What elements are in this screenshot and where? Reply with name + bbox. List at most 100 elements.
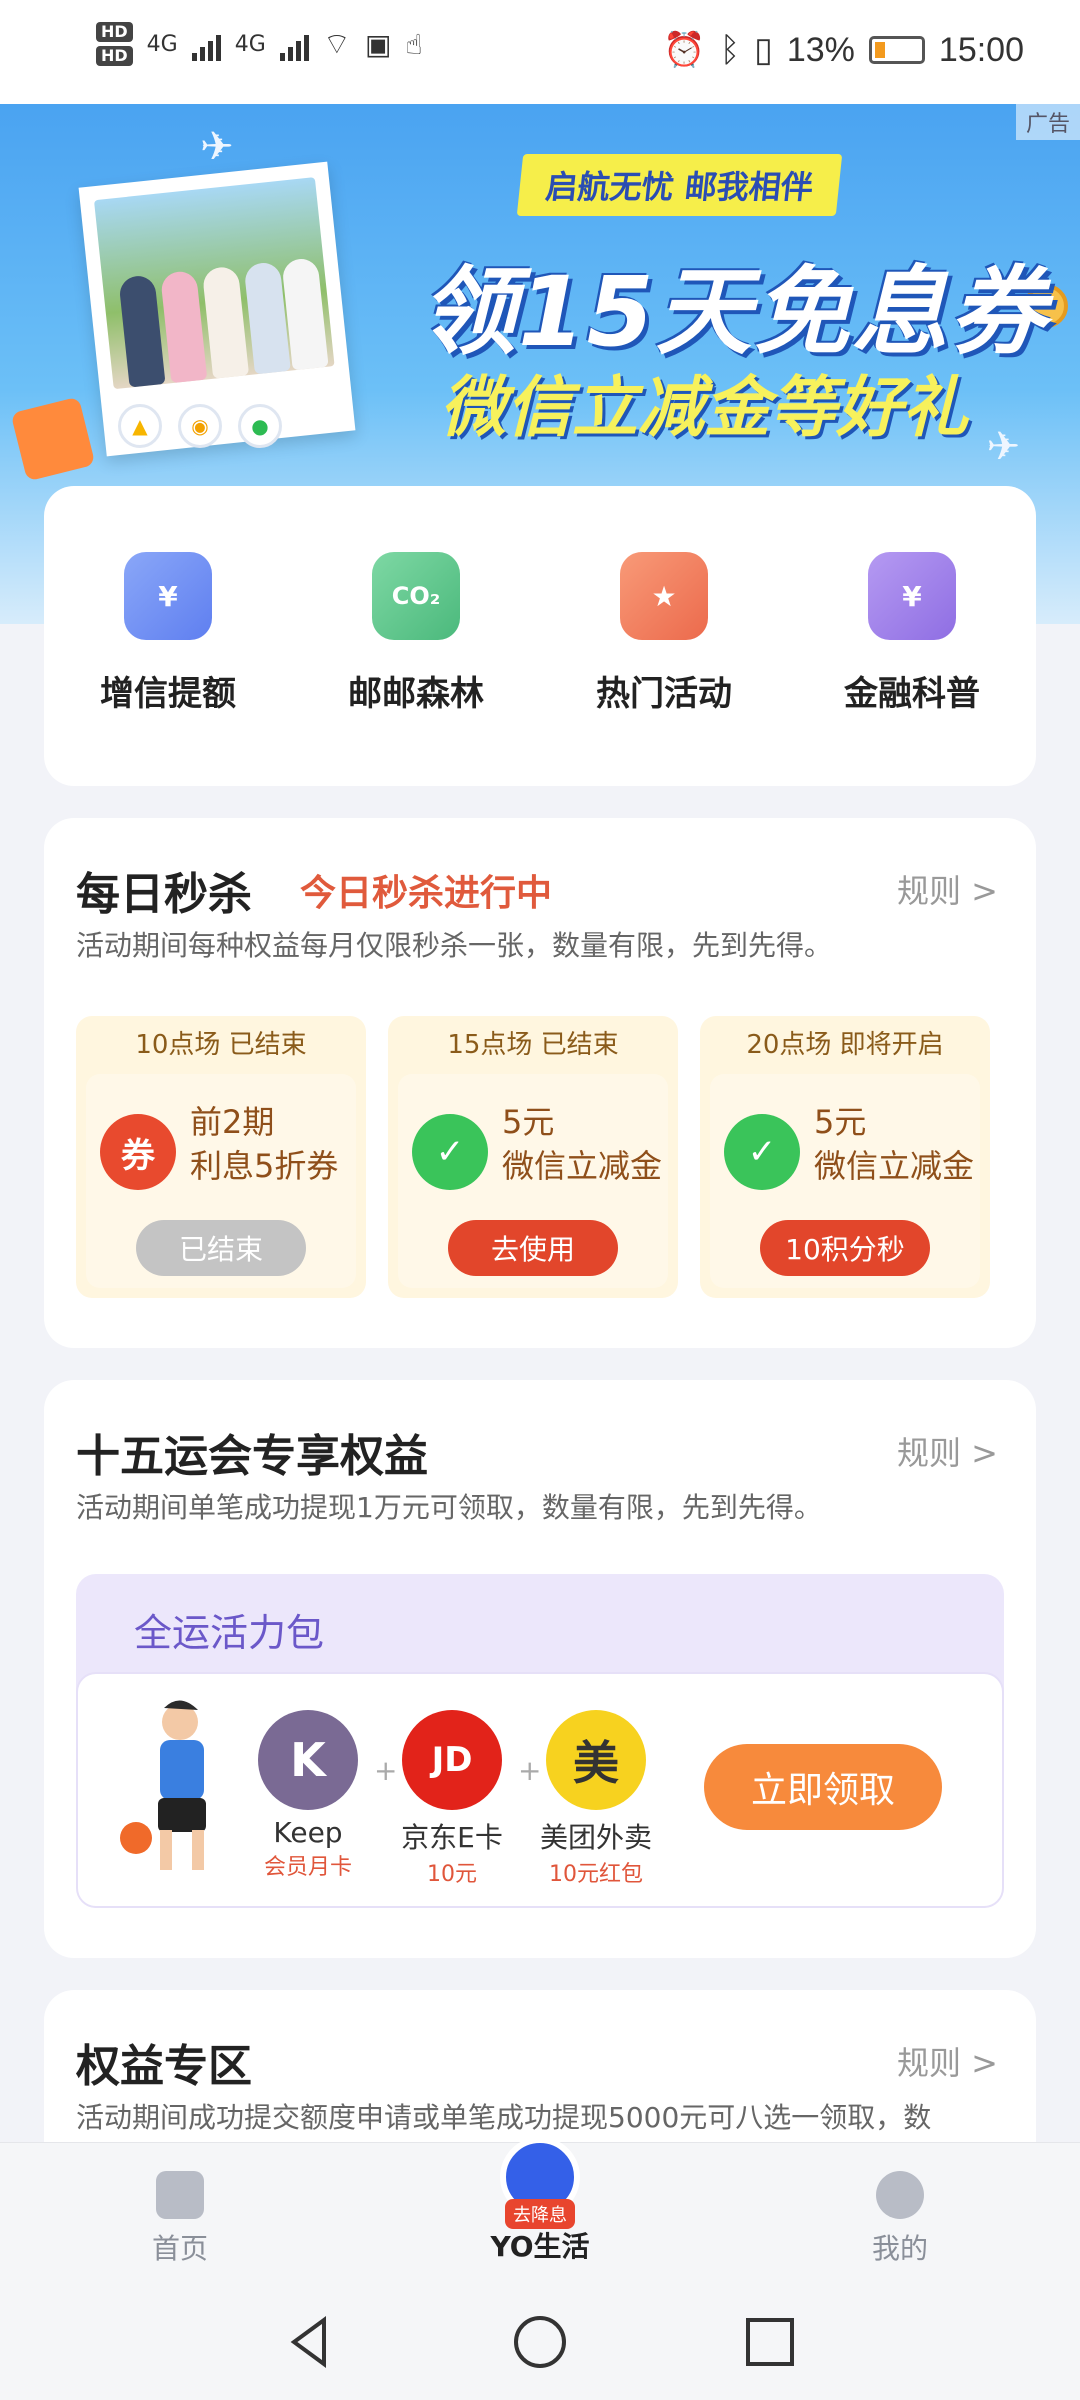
reward-sub: 会员月卡	[263, 1855, 352, 1880]
flash-sale-card: 每日秒杀 今日秒杀进行中 规则 > 活动期间每种权益每月仅限秒杀一张，数量有限，…	[44, 818, 1036, 1348]
quick-item-credit[interactable]: ¥ 增信提额	[68, 552, 268, 786]
alarm-icon: ⏰	[663, 31, 706, 69]
use-button[interactable]: 去使用	[448, 1220, 618, 1276]
nav-yo-life[interactable]: 去降息 YO生活	[440, 2137, 640, 2265]
bottom-nav: 首页 去降息 YO生活 我的	[0, 2137, 1080, 2282]
paper-plane-icon: ✈	[200, 124, 234, 170]
points-flash-button[interactable]: 10积分秒	[760, 1220, 930, 1276]
wechat-icon: ●	[238, 404, 282, 448]
reward-name: Keep	[273, 1816, 343, 1849]
sale-slot-10: 10点场 已结束 券 前2期利息5折券 已结束	[76, 1016, 366, 1298]
cup-icon: ◉	[178, 404, 222, 448]
slot-line1: 5元	[502, 1103, 555, 1141]
section-desc: 活动期间单笔成功提现1万元可领取，数量有限，先到先得。	[76, 1491, 822, 1524]
user-icon	[876, 2171, 924, 2219]
reward-name: 京东E卡	[401, 1821, 503, 1854]
nav-home[interactable]: 首页	[80, 2171, 280, 2267]
quick-item-forest[interactable]: CO₂ 邮邮森林	[316, 552, 516, 786]
reward-meituan: 美 美团外卖 10元红包	[536, 1710, 656, 1888]
jd-dog-icon: JD	[402, 1710, 502, 1810]
coupon-icon: 券	[100, 1114, 176, 1190]
sale-slot-20: 20点场 即将开启 ✓ 5元微信立减金 10积分秒	[700, 1016, 990, 1298]
slot-line2: 微信立减金	[814, 1147, 975, 1185]
slot-session: 15点场 已结束	[447, 1030, 619, 1060]
section-desc: 活动期间每种权益每月仅限秒杀一张，数量有限，先到先得。	[76, 929, 833, 962]
slot-session: 10点场 已结束	[135, 1030, 307, 1060]
meituan-icon: ▲	[118, 404, 162, 448]
home-circle-icon[interactable]	[510, 2312, 570, 2372]
ad-label: 广告	[1015, 104, 1080, 140]
reward-name: 美团外卖	[539, 1821, 652, 1854]
nav-label: 我的	[871, 2232, 928, 2265]
signal-icon	[191, 27, 221, 61]
finance-search-icon: ¥	[868, 552, 956, 640]
quick-item-label: 金融科普	[844, 674, 980, 714]
quick-item-label: 热门活动	[596, 674, 732, 714]
reward-keep: K Keep 会员月卡	[248, 1710, 368, 1881]
tv-icon: ▣	[364, 27, 392, 61]
nav-label: YO生活	[490, 2230, 590, 2263]
flash-sale-status: 今日秒杀进行中	[300, 873, 553, 914]
quick-item-activities[interactable]: ★ 热门活动	[564, 552, 764, 786]
hd1-label: HD	[96, 22, 133, 42]
gift-icon	[10, 396, 96, 482]
battery-icon	[868, 36, 925, 64]
paper-plane-icon-2: ✈	[986, 424, 1020, 470]
shopping-bag-icon: 去降息	[500, 2137, 580, 2229]
slot-line2: 利息5折券	[190, 1147, 339, 1185]
partner-icons: ▲ ◉ ●	[118, 404, 282, 448]
banner-subline: 微信立减金等好礼	[440, 369, 968, 446]
wallet-icon: ¥	[124, 552, 212, 640]
hand-icon: ☝	[405, 27, 423, 61]
quick-item-label: 邮邮森林	[348, 674, 484, 714]
reward-jd: JD 京东E卡 10元	[392, 1710, 512, 1888]
reward-sub: 10元红包	[549, 1862, 643, 1887]
athlete-illustration	[120, 1700, 206, 1870]
wechat-check-icon: ✓	[412, 1114, 488, 1190]
bluetooth-icon: ᛒ	[719, 30, 741, 69]
reward-sub: 10元	[427, 1862, 477, 1887]
rules-link[interactable]: 规则 >	[897, 2038, 998, 2084]
games-benefit-card: 十五运会专享权益 规则 > 活动期间单笔成功提现1万元可领取，数量有限，先到先得…	[44, 1380, 1036, 1958]
claim-button[interactable]: 立即领取	[704, 1744, 942, 1830]
slot-session: 20点场 即将开启	[746, 1030, 944, 1060]
clock: 15:00	[938, 30, 1024, 69]
recents-icon[interactable]	[740, 2312, 800, 2372]
sale-slot-15: 15点场 已结束 ✓ 5元微信立减金 去使用	[388, 1016, 678, 1298]
vitality-pack: 全运活力包 K Keep 会员月卡 + JD 京东E卡 10元 + 美 美团外卖…	[76, 1574, 1004, 1908]
quick-entries-card: ¥ 增信提额 CO₂ 邮邮森林 ★ 热门活动 ¥ 金融科普	[44, 486, 1036, 786]
back-icon[interactable]	[280, 2312, 340, 2372]
slot-line2: 微信立减金	[502, 1147, 663, 1185]
hd2-label: HD	[96, 46, 133, 66]
nav-label: 首页	[151, 2232, 208, 2265]
vibrate-icon: ▯	[754, 31, 773, 69]
co2-cloud-icon: CO₂	[372, 552, 460, 640]
banner-headline: 领15天免息券	[420, 256, 1048, 368]
signal-icon-2	[279, 27, 309, 61]
bookmark-star-icon: ★	[620, 552, 708, 640]
slot-line1: 5元	[814, 1103, 867, 1141]
quick-item-finance[interactable]: ¥ 金融科普	[812, 552, 1012, 786]
nav-badge: 去降息	[505, 2199, 575, 2229]
meituan-icon: 美	[546, 1710, 646, 1810]
wechat-check-icon: ✓	[724, 1114, 800, 1190]
section-title: 权益专区	[76, 2041, 252, 2092]
rules-link[interactable]: 规则 >	[897, 1428, 998, 1474]
battery-percent: 13%	[786, 30, 855, 69]
pack-title: 全运活力包	[134, 1611, 325, 1655]
status-bar: HD HD 4G 4G ⌔ ▣ ☝ ⏰ ᛒ ▯ 13% 15:00	[0, 0, 1080, 104]
section-title: 每日秒杀	[76, 869, 252, 920]
ended-button[interactable]: 已结束	[136, 1220, 306, 1276]
system-nav	[0, 2282, 1080, 2400]
net1-label: 4G	[146, 31, 178, 57]
banner-slogan: 启航无忧 邮我相伴	[516, 154, 843, 216]
section-title: 十五运会专享权益	[76, 1431, 428, 1482]
home-icon	[156, 2171, 204, 2219]
hd-indicator: HD HD	[96, 22, 133, 66]
slot-line1: 前2期	[190, 1103, 275, 1141]
keep-icon: K	[258, 1710, 358, 1810]
rules-link[interactable]: 规则 >	[897, 866, 998, 912]
wifi-icon: ⌔	[322, 27, 351, 62]
nav-mine[interactable]: 我的	[800, 2171, 1000, 2267]
quick-item-label: 增信提额	[100, 674, 236, 714]
